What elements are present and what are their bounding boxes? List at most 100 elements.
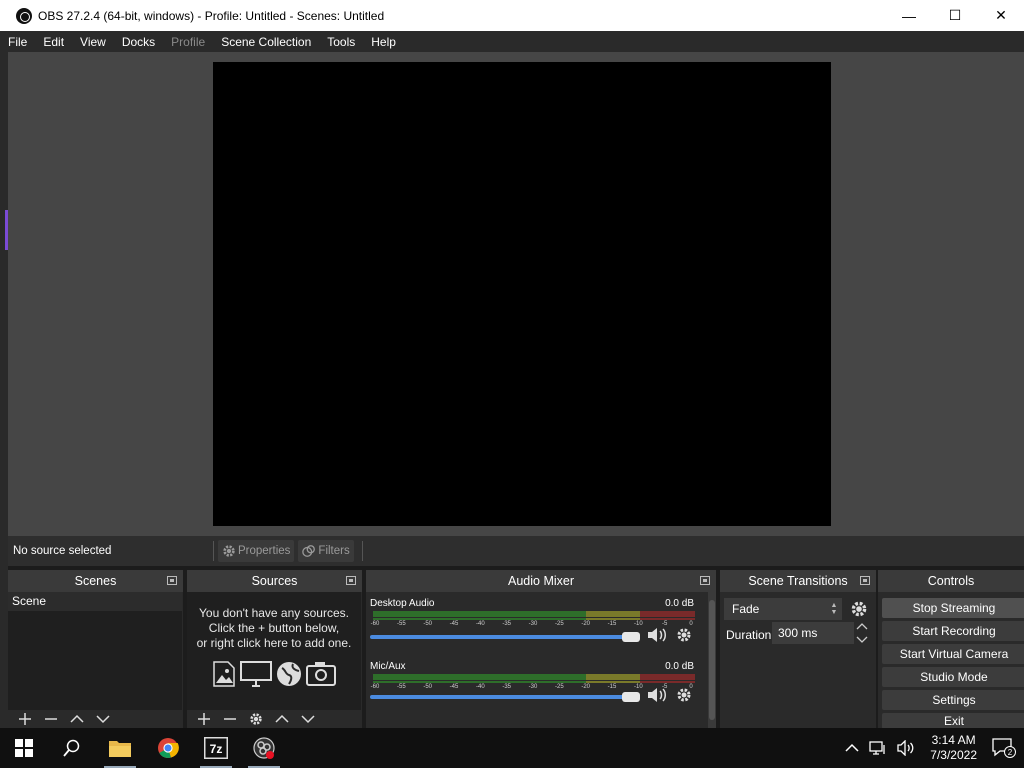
close-button[interactable]: ✕ [978, 0, 1024, 31]
preview-area [8, 52, 1024, 536]
channel-name: Desktop Audio [370, 598, 435, 609]
chevron-up-icon [845, 743, 859, 752]
minimize-button[interactable]: — [886, 0, 932, 31]
minus-icon [45, 718, 57, 720]
clock[interactable]: 3:14 AM 7/3/2022 [920, 733, 987, 763]
source-properties-button[interactable] [243, 710, 269, 728]
undock-icon[interactable] [860, 576, 870, 585]
menu-view[interactable]: View [72, 35, 114, 49]
menu-profile[interactable]: Profile [163, 35, 213, 49]
menu-edit[interactable]: Edit [35, 35, 72, 49]
slider-thumb[interactable] [622, 692, 640, 702]
slider-thumb[interactable] [622, 632, 640, 642]
undock-icon[interactable] [700, 576, 710, 585]
no-source-label: No source selected [13, 545, 112, 557]
meter-scale-label: -25 [554, 621, 564, 627]
chevron-down-icon [96, 715, 110, 724]
meter-scale-label: -50 [423, 684, 432, 690]
chevron-down-icon[interactable] [856, 635, 868, 644]
menu-file[interactable]: File [0, 35, 35, 49]
remove-scene-button[interactable] [38, 710, 64, 728]
menu-bar: File Edit View Docks Profile Scene Colle… [0, 31, 1024, 52]
obs-taskbar-button[interactable] [240, 728, 288, 768]
sources-footer [187, 710, 362, 728]
settings-button[interactable]: Settings [882, 690, 1024, 710]
preview-canvas[interactable] [213, 62, 831, 526]
mixer-scrollbar[interactable] [708, 592, 716, 728]
exit-button[interactable]: Exit [882, 713, 1024, 729]
gear-icon[interactable] [850, 600, 868, 618]
scene-list[interactable]: Scene [8, 592, 182, 710]
properties-button[interactable]: Properties [218, 540, 295, 562]
start-button[interactable] [0, 728, 48, 768]
move-source-up-button[interactable] [269, 710, 295, 728]
maximize-button[interactable]: ☐ [932, 0, 978, 31]
network-button[interactable] [864, 740, 892, 756]
toolbar-separator [213, 541, 214, 561]
menu-tools[interactable]: Tools [319, 35, 363, 49]
camera-source-icon [306, 662, 336, 686]
volume-slider[interactable] [370, 632, 640, 642]
volume-slider[interactable] [370, 692, 640, 702]
move-scene-up-button[interactable] [64, 710, 90, 728]
duration-stepper[interactable] [856, 622, 870, 644]
remove-source-button[interactable] [217, 710, 243, 728]
stop-streaming-button[interactable]: Stop Streaming [882, 598, 1024, 618]
speaker-icon[interactable] [646, 626, 670, 644]
scenes-footer [8, 710, 183, 728]
meter-scale-label: -55 [396, 684, 406, 690]
network-icon [869, 741, 885, 755]
move-scene-down-button[interactable] [90, 710, 116, 728]
meter-scale-label: -10 [633, 684, 643, 690]
meter-scale-label: -40 [475, 684, 485, 690]
scene-item[interactable]: Scene [8, 592, 182, 611]
undock-icon[interactable] [167, 576, 177, 585]
7zip-button[interactable]: 7z [192, 728, 240, 768]
scene-transitions-dock: Scene Transitions Fade ▲ ▼ Duration 300 m… [720, 570, 876, 728]
volume-button[interactable] [892, 740, 920, 756]
meter-scale-label: -45 [449, 621, 459, 627]
notifications-button[interactable]: 2 [987, 738, 1024, 758]
controls-dock: Controls Stop Streaming Start Recording … [878, 570, 1024, 729]
filters-label: Filters [318, 545, 350, 557]
move-source-down-button[interactable] [295, 710, 321, 728]
meter-scale-label: -20 [581, 621, 590, 627]
menu-docks[interactable]: Docks [114, 35, 163, 49]
menu-scene-collection[interactable]: Scene Collection [213, 35, 319, 49]
scrollbar-thumb[interactable] [709, 600, 715, 720]
add-source-button[interactable] [191, 710, 217, 728]
gear-icon[interactable] [676, 687, 692, 703]
show-hidden-icons-button[interactable] [840, 743, 864, 753]
studio-mode-button[interactable]: Studio Mode [882, 667, 1024, 687]
transition-select[interactable]: Fade ▲ ▼ [724, 598, 842, 620]
meter-scale-label: -45 [449, 684, 459, 690]
chevron-up-icon[interactable] [856, 622, 868, 631]
start-virtual-camera-button[interactable]: Start Virtual Camera [882, 644, 1024, 664]
start-recording-button[interactable]: Start Recording [882, 621, 1024, 641]
menu-help[interactable]: Help [363, 35, 404, 49]
gear-icon[interactable] [676, 627, 692, 643]
undock-icon[interactable] [346, 576, 356, 585]
mixer-channel-desktop: Desktop Audio 0.0 dB -60 -55 -50 -45 -40 -35 -… [370, 596, 698, 656]
duration-input[interactable]: 300 ms [772, 622, 854, 644]
search-button[interactable] [48, 728, 96, 768]
meter-scale-label: -15 [607, 684, 617, 690]
left-strip [0, 52, 8, 728]
transitions-body: Fade ▲ ▼ Duration 300 ms [720, 592, 876, 728]
7zip-icon: 7z [204, 737, 228, 759]
chrome-button[interactable] [144, 728, 192, 768]
audio-mixer-dock: Audio Mixer Desktop Audio 0.0 dB -60 -55 -… [366, 570, 716, 728]
channel-name: Mic/Aux [370, 661, 406, 672]
volume-meter [373, 674, 695, 680]
speaker-icon[interactable] [646, 686, 670, 704]
filters-button[interactable]: Filters [298, 540, 354, 562]
add-scene-button[interactable] [12, 710, 38, 728]
select-arrows-icon: ▲ ▼ [830, 602, 838, 616]
image-source-icon [213, 661, 235, 687]
file-explorer-button[interactable] [96, 728, 144, 768]
sources-list[interactable]: You don't have any sources. Click the + … [187, 592, 361, 710]
mixer-channel-mic: Mic/Aux 0.0 dB -60 -55 -50 -45 -40 -35 -30 -25 -… [370, 659, 698, 719]
notification-icon: 2 [992, 738, 1016, 758]
title-bar: OBS 27.2.4 (64-bit, windows) - Profile: … [0, 0, 1024, 31]
speaker-icon [897, 740, 914, 756]
